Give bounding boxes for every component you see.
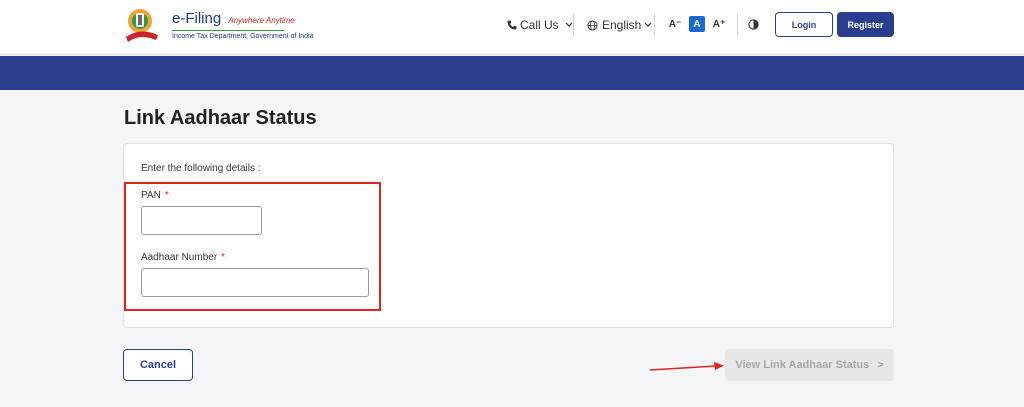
emblem-icon (126, 9, 158, 42)
chevron-right-icon: > (877, 359, 884, 371)
globe-icon (587, 19, 598, 31)
form-instructions: Enter the following details : (141, 163, 261, 174)
pan-label-text: PAN (141, 190, 161, 201)
aadhaar-number-label-text: Aadhaar Number (141, 252, 218, 263)
view-link-aadhaar-status-button[interactable]: View Link Aadhaar Status > (725, 349, 894, 381)
language-selector[interactable]: English (587, 17, 652, 33)
header-separator (654, 14, 655, 36)
header-separator (573, 14, 574, 36)
top-header: e-Filing Anywhere Anytime Income Tax Dep… (0, 0, 1024, 55)
chevron-down-icon (565, 22, 573, 27)
contrast-icon[interactable] (748, 19, 759, 30)
page-title: Link Aadhaar Status (124, 107, 317, 129)
pan-label: PAN * (141, 190, 169, 201)
blue-banner (0, 56, 1024, 90)
aadhaar-number-input[interactable] (141, 268, 369, 297)
aadhaar-number-label: Aadhaar Number * (141, 252, 225, 263)
view-status-label: View Link Aadhaar Status (735, 359, 870, 371)
cancel-button[interactable]: Cancel (123, 349, 193, 381)
phone-icon (507, 20, 517, 30)
logo-underline (172, 30, 284, 31)
font-increase-button[interactable]: A⁺ (711, 16, 727, 32)
efiling-logo[interactable]: e-Filing Anywhere Anytime Income Tax Dep… (124, 7, 314, 45)
font-default-button[interactable]: A (689, 16, 705, 32)
register-button[interactable]: Register (837, 12, 894, 37)
header-separator (737, 14, 738, 36)
pan-input[interactable] (141, 206, 262, 235)
required-asterisk: * (164, 190, 169, 201)
call-us-label: Call Us (520, 18, 559, 32)
annotation-arrow (649, 362, 724, 371)
call-us-menu[interactable]: Call Us (507, 17, 573, 33)
form-card: Enter the following details : PAN * Aadha… (123, 143, 894, 328)
font-decrease-button[interactable]: A⁻ (667, 16, 683, 32)
login-button[interactable]: Login (775, 12, 833, 37)
logo-tagline: Anywhere Anytime (228, 16, 295, 25)
language-label: English (602, 18, 642, 32)
logo-title: e-Filing (172, 10, 222, 27)
required-asterisk: * (221, 252, 226, 263)
logo-subtitle: Income Tax Department, Government of Ind… (172, 33, 314, 40)
chevron-down-icon (644, 22, 652, 27)
